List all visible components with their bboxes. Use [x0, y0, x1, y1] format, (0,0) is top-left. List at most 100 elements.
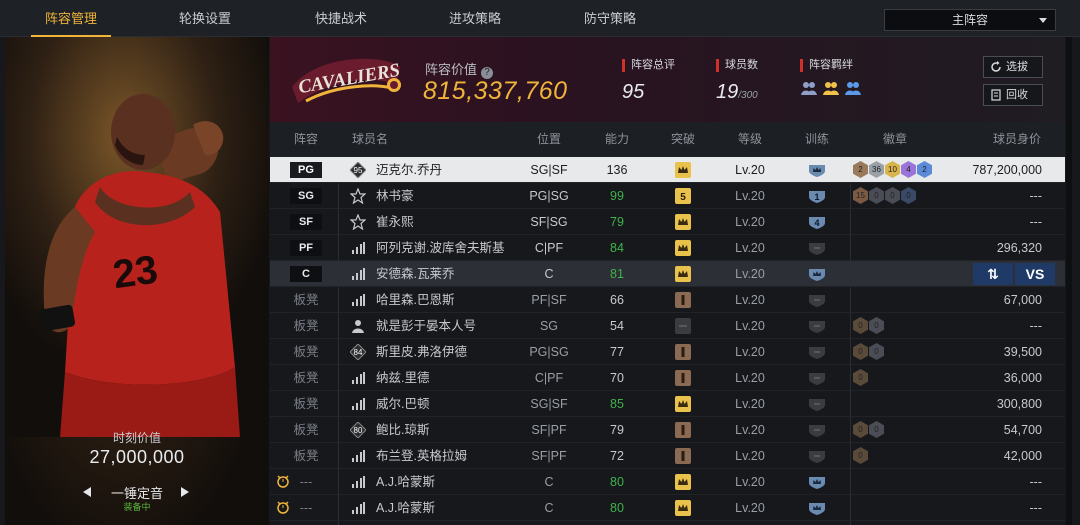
- table-row[interactable]: 板凳 纳兹.里德 C|PF 70 Lv.20 0 36,000: [270, 365, 1065, 391]
- player-name[interactable]: 鲍比.琼斯: [376, 417, 429, 443]
- badge-list[interactable]: 0: [853, 369, 868, 387]
- badge-hex[interactable]: 0: [869, 421, 884, 438]
- breakthrough-icon: [675, 500, 691, 516]
- player-level: Lv.20: [735, 449, 765, 463]
- player-name[interactable]: 就是彭于晏本人号: [376, 313, 476, 339]
- training-shield-icon: [809, 269, 825, 281]
- bars-icon: [352, 242, 365, 254]
- player-name[interactable]: 崔永熙: [376, 209, 414, 235]
- col-breakthrough[interactable]: 突破: [658, 122, 708, 157]
- player-name[interactable]: 阿列克谢.波库舍夫斯基: [376, 235, 504, 261]
- player-level: Lv.20: [735, 345, 765, 359]
- player-name[interactable]: 哈里森.巴恩斯: [376, 287, 454, 313]
- tab-offense-strategy[interactable]: 进攻策略: [420, 0, 530, 37]
- breakthrough-icon: [675, 396, 691, 412]
- player-position: SF|PF: [531, 449, 567, 463]
- recycle-button[interactable]: 回收: [983, 84, 1043, 106]
- breakthrough-icon: [675, 266, 691, 282]
- player-name[interactable]: 迈克尔.乔丹: [376, 157, 442, 183]
- player-name[interactable]: 斯里皮.弗洛伊德: [376, 339, 467, 365]
- player-value: 296,320: [996, 241, 1042, 255]
- col-player-value[interactable]: 球员身价: [982, 122, 1052, 157]
- badge-hex[interactable]: 0: [885, 187, 900, 204]
- table-row[interactable]: C 安德森.瓦莱乔 C 81 Lv.20 ⇅ VS: [270, 261, 1065, 287]
- badge-hex[interactable]: 0: [853, 447, 868, 464]
- col-ability[interactable]: 能力: [592, 122, 642, 157]
- player-name[interactable]: 威尔.巴顿: [376, 391, 429, 417]
- player-name[interactable]: 布兰登.英格拉姆: [376, 443, 467, 469]
- badge-hex[interactable]: 10: [885, 161, 900, 178]
- table-row[interactable]: SF 崔永熙 SF|SG 79 Lv.20 4 ---: [270, 209, 1065, 235]
- badge-hex[interactable]: 36: [869, 161, 884, 178]
- table-row[interactable]: --- A.J.哈蒙斯 C 80 Lv.20 ---: [270, 495, 1065, 521]
- col-player-name[interactable]: 球员名: [352, 122, 432, 157]
- badge-hex[interactable]: 0: [869, 187, 884, 204]
- table-row[interactable]: 板凳 80 鲍比.琼斯 SF|PF 79 Lv.20 0 0 54,700: [270, 417, 1065, 443]
- badge-hex[interactable]: 15: [853, 187, 868, 204]
- player-ability: 79: [610, 215, 624, 229]
- player-position: C: [544, 267, 554, 281]
- tab-defense-strategy[interactable]: 防守策略: [555, 0, 665, 37]
- col-position[interactable]: 位置: [524, 122, 574, 157]
- badge-hex[interactable]: 0: [869, 343, 884, 360]
- lineup-dropdown[interactable]: 主阵容: [884, 9, 1056, 31]
- badge-list[interactable]: 15 0 0 0: [853, 187, 916, 205]
- tab-quick-tactics[interactable]: 快捷战术: [286, 0, 396, 37]
- table-row[interactable]: 板凳 84 斯里皮.弗洛伊德 PG|SG 77 Lv.20 0 0 39,500: [270, 339, 1065, 365]
- scrollbar[interactable]: [1066, 37, 1072, 525]
- badge-hex[interactable]: 2: [853, 161, 868, 178]
- table-row[interactable]: 板凳 哈里森.巴恩斯 PF|SF 66 Lv.20 67,000: [270, 287, 1065, 313]
- table-row[interactable]: --- A.J.哈蒙斯 C 80 Lv.20 ---: [270, 469, 1065, 495]
- star-icon: [350, 214, 366, 230]
- swap-button[interactable]: ⇅: [973, 263, 1013, 285]
- bond-group-icon[interactable]: [822, 80, 840, 96]
- col-training[interactable]: 训练: [792, 122, 842, 157]
- training-shield-icon: [809, 503, 825, 515]
- next-skill-arrow-icon[interactable]: [181, 487, 189, 497]
- bond-icons[interactable]: [800, 80, 862, 96]
- bond-group-icon[interactable]: [844, 80, 862, 96]
- badge-list[interactable]: 00: [853, 343, 884, 361]
- badge-hex[interactable]: 0: [853, 317, 868, 334]
- col-level[interactable]: 等级: [725, 122, 775, 157]
- table-row[interactable]: SG 林书豪 PG|SG 99 5 Lv.20 1 15 0 0 0 ---: [270, 183, 1065, 209]
- badge-list[interactable]: 0: [853, 447, 868, 465]
- table-row[interactable]: 板凳 威尔.巴顿 SG|SF 85 Lv.20 300,800: [270, 391, 1065, 417]
- bond-group-icon[interactable]: [800, 80, 818, 96]
- player-name[interactable]: 安德森.瓦莱乔: [376, 261, 454, 287]
- position-slot-badge[interactable]: C: [290, 266, 322, 282]
- table-row[interactable]: 板凳 就是彭于晏本人号 SG 54 Lv.20 0 0 ---: [270, 313, 1065, 339]
- player-level: Lv.20: [735, 267, 765, 281]
- player-name[interactable]: A.J.哈蒙斯: [376, 495, 435, 521]
- vs-compare-button[interactable]: VS: [1015, 263, 1055, 285]
- table-row[interactable]: PG 95 迈克尔.乔丹 SG|SF 136 Lv.20 2 36 10 4 2 787,200,00…: [270, 157, 1065, 183]
- table-row[interactable]: 板凳 布兰登.英格拉姆 SF|PF 72 Lv.20 0 42,000: [270, 443, 1065, 469]
- featured-player-card[interactable]: 23 时刻价值 27,000,000 一锤定音 装备中: [5, 37, 269, 525]
- badge-hex[interactable]: 0: [853, 369, 868, 386]
- table-row[interactable]: PF 阿列克谢.波库舍夫斯基 C|PF 84 Lv.20 296,320: [270, 235, 1065, 261]
- position-slot-badge[interactable]: SF: [290, 214, 322, 230]
- table-header: 阵容 球员名 位置 能力 突破 等级 训练 徽章 球员身价: [270, 122, 1065, 157]
- badge-hex[interactable]: 0: [853, 343, 868, 360]
- select-button[interactable]: 选拔: [983, 56, 1043, 78]
- col-badges[interactable]: 徽章: [870, 122, 920, 157]
- player-name[interactable]: 林书豪: [376, 183, 414, 209]
- tab-lineup-management[interactable]: 阵容管理: [16, 0, 126, 37]
- player-name[interactable]: 纳兹.里德: [376, 365, 429, 391]
- badge-hex[interactable]: 0: [869, 317, 884, 334]
- alarm-icon: [277, 501, 289, 514]
- tab-rotation-settings[interactable]: 轮换设置: [150, 0, 260, 37]
- position-slot-badge[interactable]: PF: [290, 240, 322, 256]
- col-slot[interactable]: 阵容: [290, 122, 322, 157]
- badge-list[interactable]: 00: [853, 421, 884, 439]
- position-slot-badge[interactable]: SG: [290, 188, 322, 204]
- player-value: ---: [1029, 319, 1043, 333]
- badge-hex[interactable]: 0: [901, 187, 916, 204]
- badge-list[interactable]: 00: [853, 317, 884, 335]
- badge-hex[interactable]: 0: [853, 421, 868, 438]
- player-name[interactable]: A.J.哈蒙斯: [376, 469, 435, 495]
- prev-skill-arrow-icon[interactable]: [83, 487, 91, 497]
- badge-hex[interactable]: 4: [901, 161, 916, 178]
- slot-label: 板凳: [293, 319, 319, 333]
- position-slot-badge[interactable]: PG: [290, 162, 322, 178]
